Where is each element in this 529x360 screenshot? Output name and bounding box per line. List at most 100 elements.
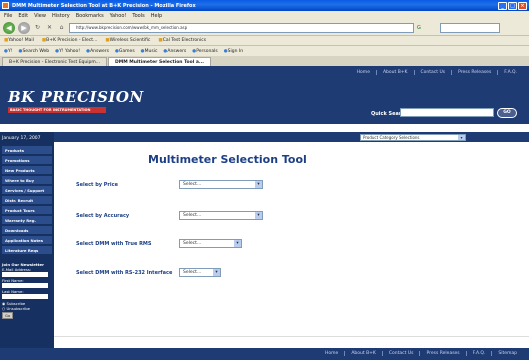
close-icon[interactable]: ×: [518, 1, 527, 10]
site-tagline: BASIC THOUGHT FOR INSTRUMENTATION: [8, 107, 106, 113]
maximize-icon[interactable]: □: [508, 1, 517, 10]
window-titlebar: DMM Multimeter Selection Tool at B+K Pre…: [0, 0, 529, 11]
sidebar-item-promotions[interactable]: Promotions: [2, 156, 52, 165]
minimize-icon[interactable]: _: [498, 1, 507, 10]
chevron-down-icon: ▾: [234, 240, 241, 247]
menu-yahoo[interactable]: Yahoo!: [110, 13, 127, 19]
rs232-select[interactable]: Select... ▾: [179, 268, 221, 277]
footer-link-home[interactable]: Home: [319, 351, 344, 356]
go-button[interactable]: G: [417, 23, 437, 33]
menu-history[interactable]: History: [52, 13, 70, 19]
footer-link-press[interactable]: Press Releases: [419, 351, 465, 356]
footer-link-about[interactable]: About B+K: [344, 351, 382, 356]
price-select-value: Select...: [183, 182, 202, 187]
toolbar-item[interactable]: Sign In: [224, 49, 243, 54]
top-link-about[interactable]: About B+K: [375, 70, 414, 75]
sidebar-item-recruit[interactable]: Distr. Recruit: [2, 196, 52, 205]
menu-view[interactable]: View: [34, 13, 46, 19]
current-date: January 17, 2007: [2, 136, 41, 141]
true-rms-label: Select DMM with True RMS: [76, 241, 152, 247]
quick-search-input[interactable]: [400, 108, 494, 117]
true-rms-select-value: Select...: [183, 241, 202, 246]
site-header: Home About B+K Contact Us Press Releases…: [0, 66, 529, 124]
menu-tools[interactable]: Tools: [132, 13, 144, 19]
price-select[interactable]: Select... ▾: [179, 180, 263, 189]
bookmark-item[interactable]: Cal Test Electronics: [158, 38, 206, 43]
accuracy-label: Select by Accuracy: [76, 213, 130, 219]
quick-search-go-button[interactable]: GO: [497, 108, 517, 118]
bookmark-item[interactable]: Yahoo! Mail: [4, 38, 34, 43]
top-nav-links: Home About B+K Contact Us Press Releases…: [351, 70, 523, 75]
menu-file[interactable]: File: [4, 13, 12, 19]
unsubscribe-radio[interactable]: ○ Unsubscribe: [2, 306, 54, 311]
home-icon[interactable]: ⌂: [57, 23, 66, 32]
newsletter-form: Join Our Newsletter E-Mail Address: Firs…: [0, 262, 54, 319]
window-controls: _ □ ×: [498, 1, 527, 10]
toolbar-item[interactable]: Search Web: [19, 49, 49, 54]
reload-icon[interactable]: ↻: [33, 23, 42, 32]
tab-dmm-selection[interactable]: DMM Multimeter Selection Tool a...: [108, 57, 211, 66]
chevron-down-icon: ▾: [213, 269, 220, 276]
toolbar-item[interactable]: Personals: [192, 49, 217, 54]
menu-help[interactable]: Help: [151, 13, 162, 19]
footer-link-contact[interactable]: Contact Us: [381, 351, 420, 356]
toolbar-item[interactable]: Music: [141, 49, 158, 54]
newsletter-go-button[interactable]: Go: [2, 312, 14, 319]
sidebar-item-downloads[interactable]: Downloads: [2, 226, 52, 235]
true-rms-select[interactable]: Select... ▾: [179, 239, 242, 248]
newsletter-email-input[interactable]: [2, 272, 48, 277]
chevron-down-icon: ▾: [255, 212, 262, 219]
rs232-label: Select DMM with RS-232 Interface: [76, 270, 173, 276]
browser-search-input[interactable]: [440, 22, 500, 33]
sidebar-item-app-notes[interactable]: Application Notes: [2, 236, 52, 245]
top-link-contact[interactable]: Contact Us: [413, 70, 452, 75]
bookmarks-toolbar: Yahoo! Mail B+K Precision - Elect... Wir…: [0, 35, 529, 45]
accuracy-select[interactable]: Select... ▾: [179, 211, 263, 220]
site-logo[interactable]: BK PRECISION: [8, 88, 144, 106]
product-category-select[interactable]: Product Category Selections ▾: [360, 134, 466, 141]
top-link-faq[interactable]: F.A.Q.: [497, 70, 523, 75]
price-label: Select by Price: [76, 182, 118, 188]
top-link-home[interactable]: Home: [351, 70, 376, 75]
chevron-down-icon: ▾: [255, 181, 262, 188]
newsletter-first-input[interactable]: [2, 283, 48, 288]
top-link-press[interactable]: Press Releases: [451, 70, 497, 75]
footer-link-sitemap[interactable]: Sitemap: [491, 351, 523, 356]
toolbar-item[interactable]: Y! Yahoo!: [55, 49, 80, 54]
sidebar: January 17, 2007 Products Promotions New…: [0, 132, 54, 360]
menu-edit[interactable]: Edit: [18, 13, 28, 19]
sidebar-item-where-to-buy[interactable]: Where to Buy: [2, 176, 52, 185]
footer-links: Home About B+K Contact Us Press Releases…: [319, 351, 523, 356]
tab-bar: B+K Precision - Electronic Test Equipm..…: [0, 56, 529, 66]
window-title: DMM Multimeter Selection Tool at B+K Pre…: [12, 2, 196, 9]
back-icon[interactable]: ◀: [3, 21, 15, 34]
toolbar-item[interactable]: Answers: [86, 49, 109, 54]
toolbar-item[interactable]: Answers: [163, 49, 186, 54]
firefox-icon: [2, 2, 9, 9]
unsubscribe-label: Unsubscribe: [6, 306, 30, 311]
menu-bookmarks[interactable]: Bookmarks: [76, 13, 104, 19]
content-bar: Product Category Selections ▾: [54, 132, 529, 142]
newsletter-last-input[interactable]: [2, 294, 48, 299]
footer-link-faq[interactable]: F.A.Q.: [465, 351, 492, 356]
sidebar-item-tours[interactable]: Product Tours: [2, 206, 52, 215]
navigation-toolbar: ◀ ▶ ↻ ✕ ⌂ http://www.bkprecision.com/www…: [0, 20, 529, 35]
web-page: Home About B+K Contact Us Press Releases…: [0, 66, 529, 360]
address-bar[interactable]: http://www.bkprecision.com/www/bk_mm_sel…: [69, 22, 414, 33]
sidebar-item-warranty[interactable]: Warranty Reg.: [2, 216, 52, 225]
page-title: Multimeter Selection Tool: [148, 153, 307, 166]
sidebar-item-literature[interactable]: Literature Reqs: [2, 246, 52, 255]
toolbar-item[interactable]: Y!: [4, 49, 13, 54]
bookmark-item[interactable]: B+K Precision - Elect...: [42, 38, 97, 43]
sidebar-item-products[interactable]: Products: [2, 146, 52, 155]
rs232-select-value: Select...: [183, 270, 202, 275]
site-footer: Home About B+K Contact Us Press Releases…: [0, 348, 529, 360]
forward-icon[interactable]: ▶: [18, 21, 30, 34]
toolbar-item[interactable]: Games: [115, 49, 135, 54]
sidebar-item-support[interactable]: Services / Support: [2, 186, 52, 195]
menu-bar: File Edit View History Bookmarks Yahoo! …: [0, 11, 529, 20]
sidebar-item-new-products[interactable]: New Products: [2, 166, 52, 175]
stop-icon[interactable]: ✕: [45, 23, 54, 32]
tab-bk-precision[interactable]: B+K Precision - Electronic Test Equipm..…: [2, 57, 108, 66]
bookmark-item[interactable]: Wireless Scientific: [105, 38, 151, 43]
